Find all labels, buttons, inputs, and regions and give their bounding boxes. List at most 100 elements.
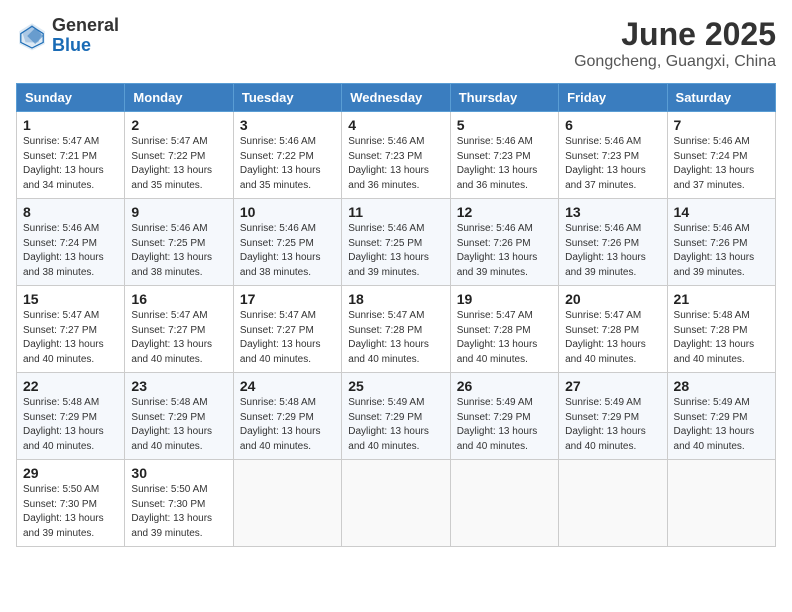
calendar-cell: 26 Sunrise: 5:49 AM Sunset: 7:29 PM Dayli… (450, 373, 558, 460)
day-info: Sunrise: 5:47 AM Sunset: 7:22 PM Dayligh… (131, 135, 226, 193)
calendar: SundayMondayTuesdayWednesdayThursdayFrid… (16, 83, 776, 547)
month-year: June 2025 (574, 16, 776, 53)
calendar-cell: 3 Sunrise: 5:46 AM Sunset: 7:22 PM Daylig… (233, 112, 341, 199)
day-header-tuesday: Tuesday (233, 84, 341, 112)
calendar-cell: 6Sunrise: 5:46 AM Sunset: 7:23 PM Daylig… (559, 112, 667, 199)
calendar-cell: 29 Sunrise: 5:50 AM Sunset: 7:30 PM Dayli… (17, 460, 125, 547)
day-number: 8 (23, 204, 118, 220)
calendar-cell: 28Sunrise: 5:49 AM Sunset: 7:29 PM Dayli… (667, 373, 775, 460)
location: Gongcheng, Guangxi, China (574, 53, 776, 71)
day-info: Sunrise: 5:46 AM Sunset: 7:22 PM Dayligh… (240, 135, 335, 193)
calendar-cell (342, 460, 450, 547)
day-info: Sunrise: 5:46 AM Sunset: 7:26 PM Dayligh… (457, 222, 552, 280)
day-number: 18 (348, 291, 443, 307)
calendar-cell: 11 Sunrise: 5:46 AM Sunset: 7:25 PM Dayli… (342, 199, 450, 286)
day-number: 12 (457, 204, 552, 220)
logo-blue-text: Blue (52, 36, 119, 56)
day-info: Sunrise: 5:50 AM Sunset: 7:30 PM Dayligh… (131, 483, 226, 541)
day-number: 25 (348, 378, 443, 394)
day-header-thursday: Thursday (450, 84, 558, 112)
day-info: Sunrise: 5:49 AM Sunset: 7:29 PM Dayligh… (565, 396, 660, 454)
day-number: 26 (457, 378, 552, 394)
day-info: Sunrise: 5:46 AM Sunset: 7:25 PM Dayligh… (131, 222, 226, 280)
calendar-cell: 30Sunrise: 5:50 AM Sunset: 7:30 PM Dayli… (125, 460, 233, 547)
day-number: 1 (23, 117, 118, 133)
day-info: Sunrise: 5:47 AM Sunset: 7:28 PM Dayligh… (565, 309, 660, 367)
calendar-cell: 24Sunrise: 5:48 AM Sunset: 7:29 PM Dayli… (233, 373, 341, 460)
calendar-cell: 13Sunrise: 5:46 AM Sunset: 7:26 PM Dayli… (559, 199, 667, 286)
day-number: 17 (240, 291, 335, 307)
calendar-week-2: 8Sunrise: 5:46 AM Sunset: 7:24 PM Daylig… (17, 199, 776, 286)
day-info: Sunrise: 5:46 AM Sunset: 7:26 PM Dayligh… (674, 222, 769, 280)
calendar-cell: 16Sunrise: 5:47 AM Sunset: 7:27 PM Dayli… (125, 286, 233, 373)
day-info: Sunrise: 5:47 AM Sunset: 7:21 PM Dayligh… (23, 135, 118, 193)
day-number: 10 (240, 204, 335, 220)
calendar-week-4: 22 Sunrise: 5:48 AM Sunset: 7:29 PM Dayli… (17, 373, 776, 460)
day-info: Sunrise: 5:49 AM Sunset: 7:29 PM Dayligh… (348, 396, 443, 454)
header: General Blue June 2025 Gongcheng, Guangx… (16, 16, 776, 71)
calendar-cell: 12 Sunrise: 5:46 AM Sunset: 7:26 PM Dayli… (450, 199, 558, 286)
logo-text: General Blue (52, 16, 119, 56)
calendar-cell (233, 460, 341, 547)
day-info: Sunrise: 5:47 AM Sunset: 7:28 PM Dayligh… (457, 309, 552, 367)
day-header-monday: Monday (125, 84, 233, 112)
day-info: Sunrise: 5:47 AM Sunset: 7:27 PM Dayligh… (240, 309, 335, 367)
day-number: 9 (131, 204, 226, 220)
calendar-cell: 23Sunrise: 5:48 AM Sunset: 7:29 PM Dayli… (125, 373, 233, 460)
day-number: 29 (23, 465, 118, 481)
logo: General Blue (16, 16, 119, 56)
logo-icon (16, 20, 48, 52)
title-section: June 2025 Gongcheng, Guangxi, China (574, 16, 776, 71)
calendar-cell: 17 Sunrise: 5:47 AM Sunset: 7:27 PM Dayli… (233, 286, 341, 373)
day-number: 20 (565, 291, 660, 307)
calendar-cell: 25 Sunrise: 5:49 AM Sunset: 7:29 PM Dayli… (342, 373, 450, 460)
day-header-saturday: Saturday (667, 84, 775, 112)
day-info: Sunrise: 5:48 AM Sunset: 7:29 PM Dayligh… (240, 396, 335, 454)
calendar-cell: 18 Sunrise: 5:47 AM Sunset: 7:28 PM Dayli… (342, 286, 450, 373)
calendar-cell: 14 Sunrise: 5:46 AM Sunset: 7:26 PM Dayli… (667, 199, 775, 286)
day-number: 19 (457, 291, 552, 307)
day-number: 11 (348, 204, 443, 220)
calendar-cell: 8Sunrise: 5:46 AM Sunset: 7:24 PM Daylig… (17, 199, 125, 286)
day-info: Sunrise: 5:50 AM Sunset: 7:30 PM Dayligh… (23, 483, 118, 541)
day-info: Sunrise: 5:49 AM Sunset: 7:29 PM Dayligh… (457, 396, 552, 454)
day-number: 15 (23, 291, 118, 307)
day-number: 13 (565, 204, 660, 220)
day-info: Sunrise: 5:47 AM Sunset: 7:27 PM Dayligh… (23, 309, 118, 367)
day-number: 5 (457, 117, 552, 133)
day-number: 14 (674, 204, 769, 220)
calendar-cell: 5 Sunrise: 5:46 AM Sunset: 7:23 PM Daylig… (450, 112, 558, 199)
calendar-week-5: 29 Sunrise: 5:50 AM Sunset: 7:30 PM Dayli… (17, 460, 776, 547)
calendar-cell (450, 460, 558, 547)
day-info: Sunrise: 5:48 AM Sunset: 7:29 PM Dayligh… (131, 396, 226, 454)
calendar-cell: 21 Sunrise: 5:48 AM Sunset: 7:28 PM Dayli… (667, 286, 775, 373)
day-info: Sunrise: 5:46 AM Sunset: 7:24 PM Dayligh… (674, 135, 769, 193)
day-number: 27 (565, 378, 660, 394)
day-number: 21 (674, 291, 769, 307)
calendar-cell (667, 460, 775, 547)
calendar-week-1: 1 Sunrise: 5:47 AM Sunset: 7:21 PM Daylig… (17, 112, 776, 199)
calendar-cell: 10 Sunrise: 5:46 AM Sunset: 7:25 PM Dayli… (233, 199, 341, 286)
day-header-wednesday: Wednesday (342, 84, 450, 112)
day-info: Sunrise: 5:48 AM Sunset: 7:28 PM Dayligh… (674, 309, 769, 367)
day-info: Sunrise: 5:46 AM Sunset: 7:23 PM Dayligh… (457, 135, 552, 193)
day-number: 7 (674, 117, 769, 133)
calendar-cell: 20 Sunrise: 5:47 AM Sunset: 7:28 PM Dayli… (559, 286, 667, 373)
calendar-week-3: 15 Sunrise: 5:47 AM Sunset: 7:27 PM Dayli… (17, 286, 776, 373)
day-number: 2 (131, 117, 226, 133)
day-number: 22 (23, 378, 118, 394)
day-number: 16 (131, 291, 226, 307)
day-number: 3 (240, 117, 335, 133)
day-info: Sunrise: 5:47 AM Sunset: 7:28 PM Dayligh… (348, 309, 443, 367)
calendar-header-row: SundayMondayTuesdayWednesdayThursdayFrid… (17, 84, 776, 112)
day-info: Sunrise: 5:46 AM Sunset: 7:25 PM Dayligh… (348, 222, 443, 280)
day-header-sunday: Sunday (17, 84, 125, 112)
calendar-cell: 22Sunrise: 5:48 AM Sunset: 7:29 PM Dayli… (17, 373, 125, 460)
day-info: Sunrise: 5:46 AM Sunset: 7:25 PM Dayligh… (240, 222, 335, 280)
calendar-cell: 19 Sunrise: 5:47 AM Sunset: 7:28 PM Dayli… (450, 286, 558, 373)
calendar-cell: 4Sunrise: 5:46 AM Sunset: 7:23 PM Daylig… (342, 112, 450, 199)
calendar-cell: 2 Sunrise: 5:47 AM Sunset: 7:22 PM Daylig… (125, 112, 233, 199)
day-number: 6 (565, 117, 660, 133)
calendar-cell: 7 Sunrise: 5:46 AM Sunset: 7:24 PM Daylig… (667, 112, 775, 199)
calendar-cell: 1 Sunrise: 5:47 AM Sunset: 7:21 PM Daylig… (17, 112, 125, 199)
